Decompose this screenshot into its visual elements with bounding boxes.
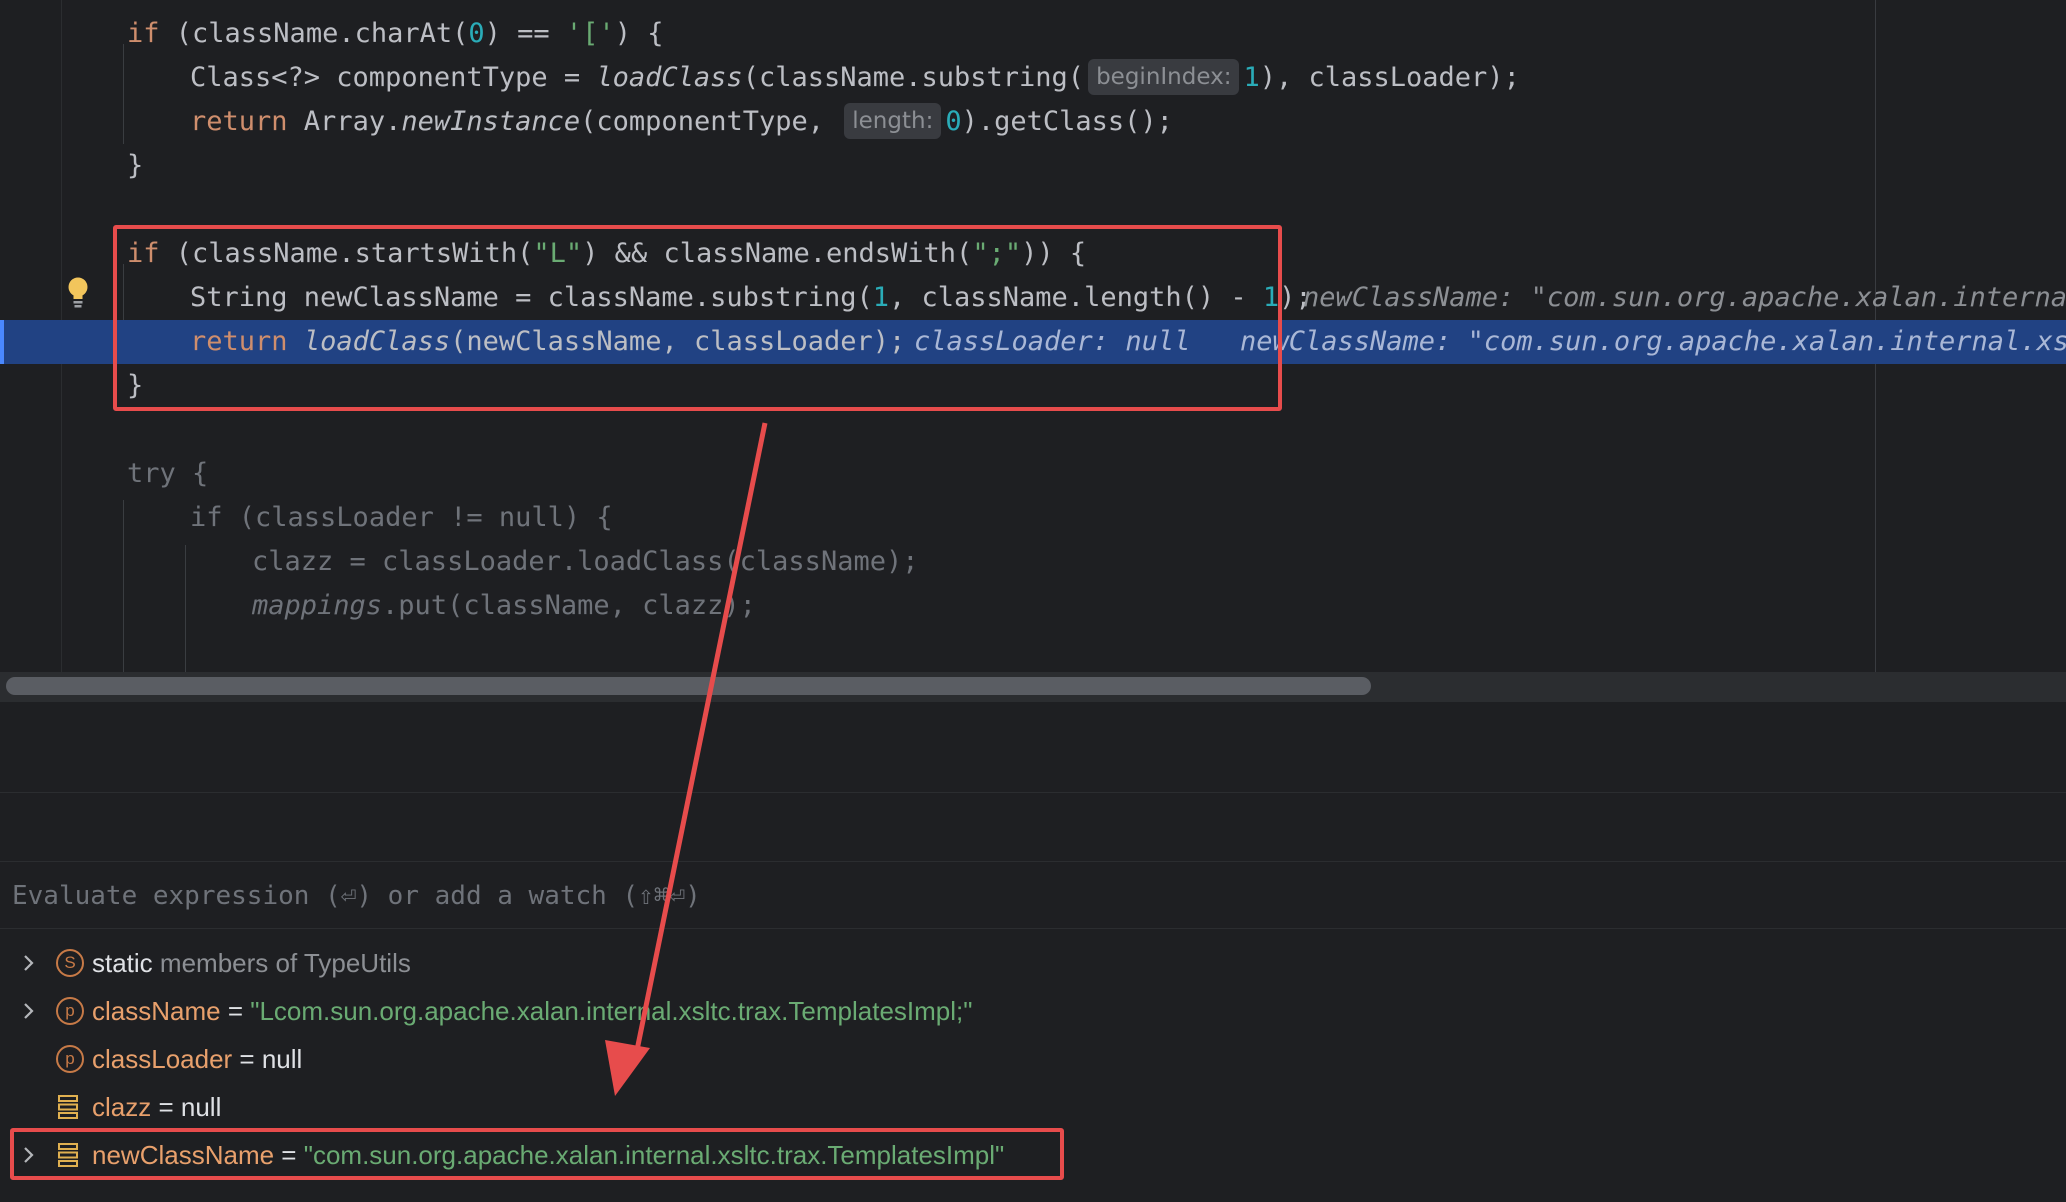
variable-name: className [92, 996, 221, 1026]
code-text: clazz = classLoader.loadClass(className)… [252, 546, 919, 577]
variable-value: null [261, 1044, 303, 1074]
variable-name: classLoader [92, 1044, 233, 1074]
code-text: .put(className, clazz); [382, 590, 756, 621]
equals-sign: = [232, 1044, 262, 1074]
chevron-right-icon[interactable] [18, 1001, 38, 1021]
inline-debug-value: newClassName: "com.sun.org.apache.xalan.… [1303, 282, 2066, 313]
divider [0, 928, 2066, 929]
local-variable-icon [58, 1095, 78, 1119]
code-text: (className.charAt( [159, 18, 469, 49]
code-line-12[interactable]: if (classLoader != null) { [0, 496, 2066, 540]
keyword: if [190, 502, 223, 533]
keyword: if [127, 18, 160, 49]
variable-value: null [180, 1092, 222, 1122]
code-text: ) == [484, 18, 566, 49]
evaluate-expression-input[interactable] [10, 872, 1514, 920]
code-line-2[interactable]: Class<?> componentType = loadClass(class… [0, 56, 2066, 100]
keyword: return [190, 106, 288, 137]
variable-row-static[interactable]: S static members of TypeUtils [0, 939, 2066, 987]
variable-description: members of TypeUtils [152, 948, 411, 978]
chevron-right-icon[interactable] [18, 953, 38, 973]
number-literal: 0 [945, 106, 962, 137]
code-line-3[interactable]: return Array.newInstance(componentType, … [0, 100, 2066, 144]
number-literal: 1 [1243, 62, 1260, 93]
equals-sign: = [151, 1092, 181, 1122]
number-literal: 0 [468, 18, 485, 49]
variable-value: "Lcom.sun.org.apache.xalan.internal.xslt… [250, 996, 973, 1026]
evaluate-expression-bar[interactable] [0, 862, 2066, 928]
execution-marker [0, 320, 4, 364]
static-badge-icon: S [56, 949, 84, 977]
code-text: (classLoader != null) { [222, 502, 613, 533]
code-line-4[interactable]: } [0, 144, 2066, 188]
keyword: try [127, 458, 176, 489]
string-literal: '[' [565, 18, 615, 49]
code-line-11[interactable]: try { [0, 452, 2066, 496]
code-text: ) { [614, 18, 664, 49]
inline-debug-value: newClassName: "com.sun.org.apache.xalan.… [1240, 326, 2066, 357]
variable-row-classloader[interactable]: p classLoader = null [0, 1035, 2066, 1083]
code-text: ), classLoader); [1259, 62, 1520, 93]
code-line-14[interactable]: mappings.put(className, clazz); [0, 584, 2066, 628]
field-name: mappings [252, 590, 383, 621]
variable-row-classname[interactable]: p className = "Lcom.sun.org.apache.xalan… [0, 987, 2066, 1035]
code-text: Class<?> componentType = [190, 62, 597, 93]
variable-name: static [92, 948, 153, 978]
parameter-hint: length: [844, 102, 942, 139]
highlight-box-variable [10, 1128, 1064, 1180]
debugger-toolbar-area [0, 702, 2066, 860]
code-text: ).getClass(); [961, 106, 1173, 137]
code-line-13[interactable]: clazz = classLoader.loadClass(className)… [0, 540, 2066, 584]
variable-row-clazz[interactable]: clazz = null [0, 1083, 2066, 1131]
method-name: loadClass [596, 62, 743, 93]
code-text: } [127, 150, 144, 181]
parameter-hint: beginIndex: [1088, 58, 1240, 95]
divider [0, 792, 2066, 793]
code-line-1[interactable]: if (className.charAt(0) == '[') { [0, 12, 2066, 56]
variable-name: clazz [92, 1092, 152, 1122]
parameter-badge-icon: p [56, 997, 84, 1025]
highlight-box-code [113, 225, 1282, 411]
scrollbar-thumb[interactable] [6, 677, 1371, 695]
code-text: (componentType, [580, 106, 841, 137]
code-text: (className.substring( [742, 62, 1085, 93]
equals-sign: = [220, 996, 251, 1026]
method-name: newInstance [401, 106, 581, 137]
parameter-badge-icon: p [56, 1045, 84, 1073]
code-text: Array. [287, 106, 402, 137]
code-text: { [175, 458, 209, 489]
